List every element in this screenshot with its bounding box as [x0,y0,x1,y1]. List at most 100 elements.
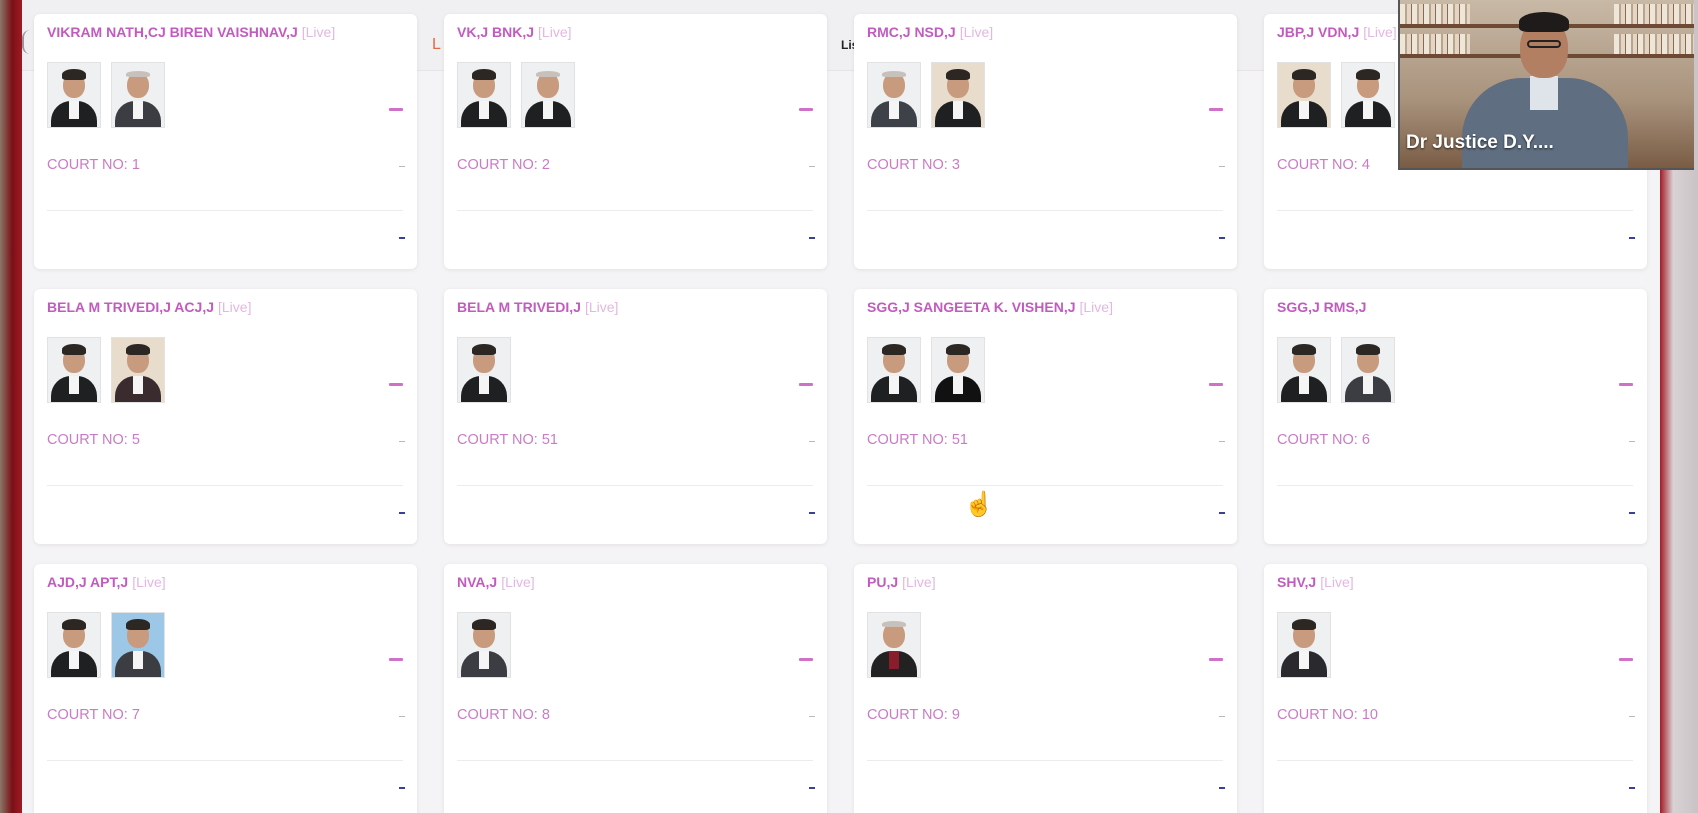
bookshelf [1614,4,1694,24]
bench-names: RMC,J NSD,J [867,24,956,40]
live-badge: [Live] [1079,299,1113,315]
judge-photo [1277,337,1331,403]
court-number: COURT NO: 10 [1277,707,1378,723]
bench-title: SHV,J [Live] [1277,574,1637,590]
status-dash [389,383,403,386]
bookshelf [1400,34,1470,54]
divider [867,485,1223,486]
glasses-icon [1527,40,1561,48]
case-dash [1629,237,1635,239]
divider [47,485,403,486]
bench-title: PU,J [Live] [867,574,1227,590]
judge-photos [47,612,165,678]
status-dash [799,108,813,111]
judge-photo [47,62,101,128]
status-dash [389,108,403,111]
bench-title: BELA M TRIVEDI,J ACJ,J [Live] [47,299,407,315]
judge-photo [1341,62,1395,128]
judge-photos [47,62,165,128]
court-card[interactable]: VIKRAM NATH,CJ BIREN VAISHNAV,J [Live] CO… [34,14,417,269]
case-dash [399,237,405,239]
participant-name: Dr Justice D.Y.... [1406,132,1554,153]
case-dash [1219,237,1225,239]
item-dash [1629,716,1635,717]
judge-photos [457,62,575,128]
court-number: COURT NO: 7 [47,707,140,723]
court-card[interactable]: BELA M TRIVEDI,J ACJ,J [Live] COURT NO: 5 [34,289,417,544]
court-number: COURT NO: 5 [47,432,140,448]
item-dash [399,716,405,717]
judge-photo [47,612,101,678]
court-card[interactable]: NVA,J [Live] COURT NO: 8 [444,564,827,813]
judge-photo [931,62,985,128]
bench-names: BELA M TRIVEDI,J ACJ,J [47,299,214,315]
live-badge: [Live] [538,24,572,40]
item-dash [809,441,815,442]
bench-title: RMC,J NSD,J [Live] [867,24,1227,40]
bench-names: AJD,J APT,J [47,574,129,590]
judge-photo [1277,612,1331,678]
live-badge: [Live] [301,24,336,40]
judge-photo [931,337,985,403]
participant-hair [1519,12,1569,32]
judge-photos [457,337,511,403]
judge-photos [1277,337,1395,403]
case-dash [1629,787,1635,789]
divider [457,760,813,761]
bench-names: BELA M TRIVEDI,J [457,299,581,315]
live-badge: [Live] [501,574,535,590]
status-dash [799,383,813,386]
bench-title: AJD,J APT,J [Live] [47,574,407,590]
court-card[interactable]: PU,J [Live] COURT NO: 9 [854,564,1237,813]
bookshelf [1614,34,1694,54]
divider [47,760,403,761]
divider [867,210,1223,211]
status-dash [1209,383,1223,386]
bench-title: NVA,J [Live] [457,574,817,590]
live-badge: [Live] [218,299,252,315]
bench-names: NVA,J [457,574,498,590]
live-badge: [Live] [132,574,166,590]
item-dash [399,441,405,442]
bench-title: VK,J BNK,J [Live] [457,24,817,40]
status-dash [1619,658,1633,661]
live-badge: [Live] [959,24,994,40]
judge-photo [47,337,101,403]
judge-photo [457,337,511,403]
divider [867,760,1223,761]
court-card[interactable]: SGG,J RMS,J COURT NO: 6 [1264,289,1647,544]
judge-photo [867,62,921,128]
court-card[interactable]: SHV,J [Live] COURT NO: 10 [1264,564,1647,813]
status-dash [1209,658,1223,661]
item-dash [809,166,815,167]
judge-photo [867,612,921,678]
judge-photos [867,62,985,128]
bench-names: SHV,J [1277,574,1317,590]
live-badge: [Live] [584,299,619,315]
court-card[interactable]: RMC,J NSD,J [Live] COURT NO: 3 [854,14,1237,269]
court-number: COURT NO: 1 [47,157,140,173]
bench-names: VK,J BNK,J [457,24,535,40]
court-number: COURT NO: 51 [457,432,558,448]
status-dash [799,658,813,661]
court-number: COURT NO: 9 [867,707,960,723]
judge-photo [521,62,575,128]
court-card[interactable]: AJD,J APT,J [Live] COURT NO: 7 [34,564,417,813]
divider [1277,760,1633,761]
judge-photo [457,612,511,678]
bench-title: VIKRAM NATH,CJ BIREN VAISHNAV,J [Live] [47,24,407,40]
video-call-tile[interactable]: Dr Justice D.Y.... [1398,0,1694,170]
court-card[interactable]: SGG,J SANGEETA K. VISHEN,J [Live] COURT N… [854,289,1237,544]
hand-cursor-icon: ☝ [964,491,994,518]
court-card[interactable]: VK,J BNK,J [Live] COURT NO: 2 [444,14,827,269]
court-number: COURT NO: 3 [867,157,960,173]
item-dash [399,166,405,167]
judge-photos [457,612,511,678]
bench-names: VIKRAM NATH,CJ BIREN VAISHNAV,J [47,24,298,40]
court-number: COURT NO: 51 [867,432,968,448]
item-dash [1219,441,1225,442]
divider [457,210,813,211]
judge-photo [111,337,165,403]
court-card[interactable]: BELA M TRIVEDI,J [Live] COURT NO: 51 [444,289,827,544]
court-number: COURT NO: 4 [1277,157,1370,173]
